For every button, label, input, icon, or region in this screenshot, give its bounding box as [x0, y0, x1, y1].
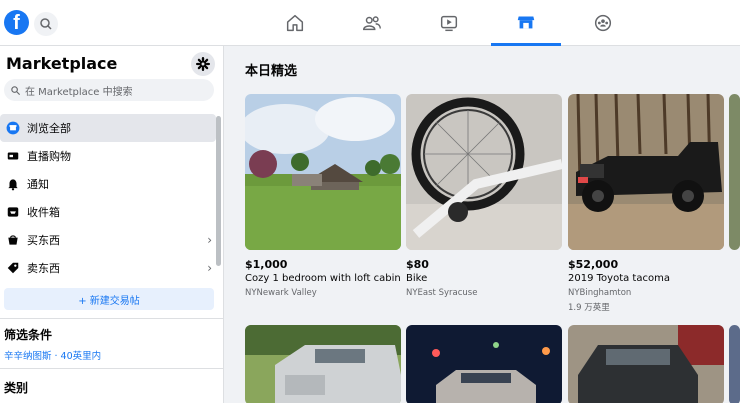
home-icon: [286, 14, 304, 32]
inbox-icon: [6, 205, 20, 219]
marketplace-search-input[interactable]: 在 Marketplace 中搜索: [4, 79, 214, 101]
listing-photo: [406, 325, 562, 403]
sidebar-item-buying[interactable]: 买东西 ›: [0, 226, 216, 254]
sidebar-item-notifications[interactable]: 通知: [0, 170, 216, 198]
sidebar-item-label: 通知: [27, 178, 49, 191]
sidebar-item-selling[interactable]: 卖东西 ›: [0, 254, 216, 282]
chevron-right-icon: ›: [207, 261, 212, 275]
listing-location: NYEast Syracuse: [406, 288, 478, 298]
search-icon: [11, 85, 21, 95]
tab-marketplace[interactable]: [491, 0, 561, 46]
facebook-logo[interactable]: f: [4, 10, 29, 35]
listing-card-partial[interactable]: [729, 325, 740, 403]
sidebar-item-live-shopping[interactable]: 直播购物: [0, 142, 216, 170]
listing-card[interactable]: $1,000 Cozy 1 bedroom with loft cabin NY…: [245, 94, 401, 298]
divider: [0, 318, 223, 319]
create-listing-button[interactable]: + 新建交易帖: [4, 288, 214, 310]
listing-card[interactable]: $80 Bike NYEast Syracuse: [406, 94, 562, 298]
sidebar-item-label: 收件箱: [27, 206, 60, 219]
filters-heading: 筛选条件: [4, 328, 53, 342]
sell-icon: [6, 261, 20, 275]
listing-photo: [568, 94, 724, 250]
sidebar: Marketplace 在 Marketplace 中搜索 浏览全部 直播购物: [0, 46, 224, 403]
listing-location: NYBinghamton: [568, 288, 632, 298]
main-feed: 本日精选 $1,000 Cozy 1 bedroom with loft cab…: [225, 46, 740, 403]
section-title: 本日精选: [245, 64, 298, 79]
friends-icon: [363, 16, 381, 31]
divider: [0, 368, 223, 369]
sidebar-title: Marketplace: [6, 54, 118, 73]
chevron-right-icon: ›: [207, 233, 212, 247]
sidebar-item-label: 浏览全部: [27, 122, 71, 135]
listing-photo: [406, 94, 562, 250]
listing-title: Bike: [406, 273, 428, 284]
listing-price: $80: [406, 258, 429, 271]
bell-icon: [6, 177, 20, 191]
sidebar-scrollbar[interactable]: [216, 116, 221, 266]
listing-photo: [729, 94, 740, 250]
tab-watch[interactable]: [414, 0, 484, 46]
watch-icon: [440, 15, 458, 32]
tab-groups[interactable]: [568, 0, 638, 46]
listing-photo: [245, 94, 401, 250]
gear-icon: [196, 57, 210, 71]
sidebar-item-label: 直播购物: [27, 150, 71, 163]
settings-button[interactable]: [191, 52, 215, 76]
listing-card[interactable]: [568, 325, 724, 403]
tab-friends[interactable]: [337, 0, 407, 46]
sidebar-item-label: 买东西: [27, 234, 60, 247]
groups-icon: [594, 14, 612, 32]
sidebar-item-label: 卖东西: [27, 262, 60, 275]
listing-price: $52,000: [568, 258, 619, 271]
sidebar-item-inbox[interactable]: 收件箱: [0, 198, 216, 226]
listing-title: 2019 Toyota tacoma: [568, 273, 670, 284]
listing-price: $1,000: [245, 258, 288, 271]
search-placeholder: 在 Marketplace 中搜索: [25, 86, 133, 98]
listing-photo: [568, 325, 724, 403]
listing-location: NYNewark Valley: [245, 288, 317, 298]
listing-title: Cozy 1 bedroom with loft cabin: [245, 273, 401, 284]
location-filter-link[interactable]: 辛辛纳图斯 · 40英里内: [4, 348, 101, 362]
listing-card[interactable]: $52,000 2019 Toyota tacoma NYBinghamton …: [568, 94, 724, 313]
top-nav: f: [0, 0, 740, 46]
sidebar-item-browse-all[interactable]: 浏览全部: [0, 114, 216, 142]
buy-icon: [6, 233, 20, 247]
listing-photo: [245, 325, 401, 403]
search-button[interactable]: [34, 12, 58, 36]
marketplace-icon: [517, 16, 535, 28]
tab-home[interactable]: [260, 0, 330, 46]
listing-photo: [729, 325, 740, 403]
listing-card-partial[interactable]: [729, 94, 740, 250]
listing-card[interactable]: [245, 325, 401, 403]
live-icon: [6, 149, 20, 163]
categories-heading: 类别: [4, 381, 29, 395]
listing-mileage: 1.9 万英里: [568, 303, 610, 313]
browse-icon: [6, 121, 20, 135]
listing-card[interactable]: [406, 325, 562, 403]
search-icon: [40, 18, 52, 30]
